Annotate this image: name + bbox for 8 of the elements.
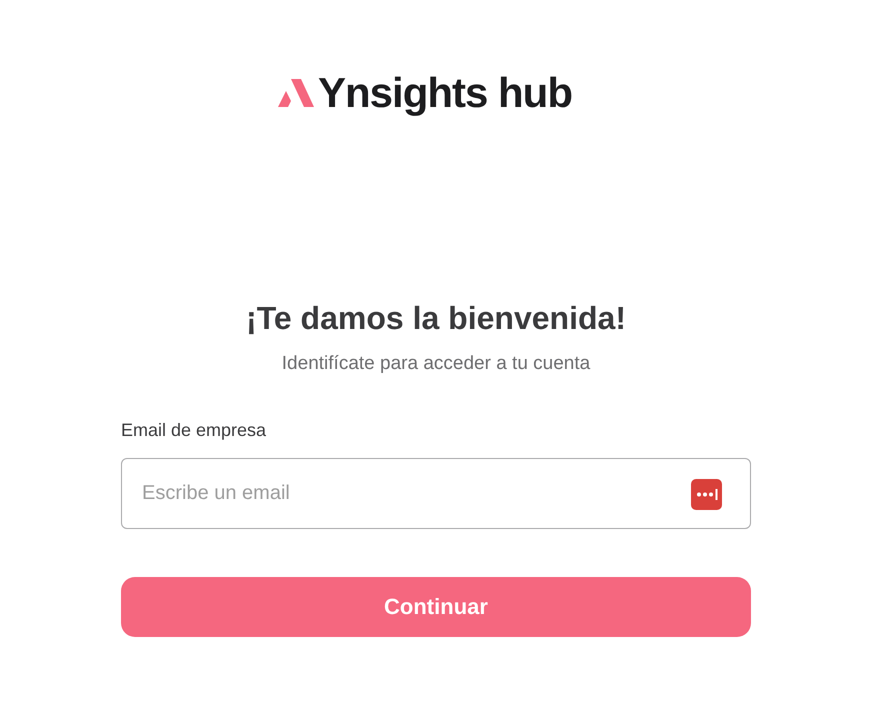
email-input-field[interactable]: Escribe un email xyxy=(121,458,751,528)
password-manager-icon[interactable] xyxy=(691,478,722,510)
email-label: Email de empresa xyxy=(121,418,268,442)
logo-icon xyxy=(276,77,314,109)
welcome-heading: ¡Te damos la bienvenida! xyxy=(245,299,627,338)
logo-text: Ynsights hub xyxy=(318,68,572,118)
continue-button[interactable]: Continuar xyxy=(121,576,751,636)
subtitle-text: Identifícate para acceder a tu cuenta xyxy=(280,352,592,376)
